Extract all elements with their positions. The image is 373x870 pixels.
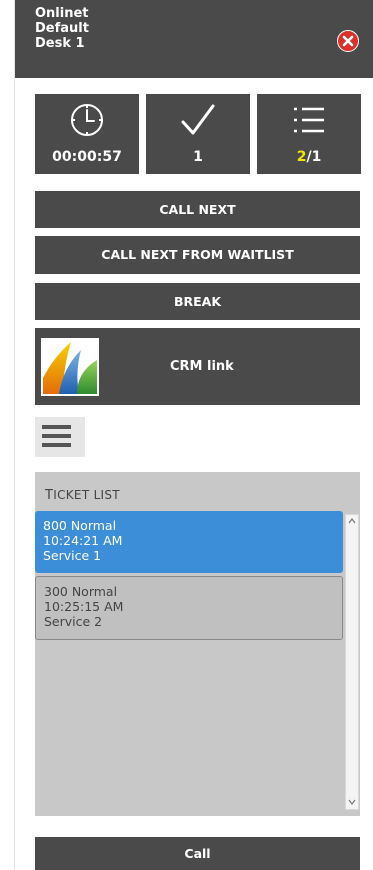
timer-value: 00:00:57: [52, 149, 122, 165]
crm-link-label: CRM link: [170, 359, 234, 374]
desk-panel: Onlinet Default Desk 1 00:00:57 1 2/1 CA…: [14, 0, 373, 870]
hamburger-menu-button[interactable]: [35, 417, 85, 457]
ticket-list: TICKET LIST 800 Normal 10:24:21 AM Servi…: [35, 472, 360, 816]
branch-name: Onlinet: [35, 6, 89, 21]
queue-tile: 2/1: [257, 94, 361, 174]
call-next-button[interactable]: CALL NEXT: [35, 191, 360, 228]
hamburger-line: [42, 443, 71, 447]
scroll-down-icon[interactable]: [348, 799, 356, 805]
ticket-item[interactable]: 300 Normal 10:25:15 AM Service 2: [35, 576, 343, 640]
clock-icon: [71, 104, 103, 136]
call-next-waitlist-button[interactable]: CALL NEXT FROM WAITLIST: [35, 236, 360, 274]
close-button[interactable]: [337, 30, 359, 52]
ticket-time: 10:25:15 AM: [44, 599, 124, 614]
crm-link-button[interactable]: CRM link: [35, 328, 360, 405]
dynamics-crm-icon: [43, 342, 97, 394]
checkmark-icon: [181, 104, 215, 135]
call-button[interactable]: Call: [35, 837, 360, 870]
crm-logo-icon: [41, 338, 99, 396]
hamburger-line: [42, 434, 71, 438]
hamburger-icon: [42, 425, 71, 429]
desk-name: Desk 1: [35, 36, 85, 51]
close-icon: [342, 35, 354, 47]
queue-count: 2/1: [257, 149, 361, 165]
served-count: 1: [193, 149, 203, 165]
ticket-time: 10:24:21 AM: [43, 533, 123, 548]
break-button[interactable]: BREAK: [35, 283, 360, 320]
ticket-list-title: TICKET LIST: [45, 488, 120, 503]
profile-name: Default: [35, 21, 89, 36]
queue-total: 1: [311, 149, 322, 165]
ticket-item-selected[interactable]: 800 Normal 10:24:21 AM Service 1: [35, 511, 343, 573]
queue-waiting: 2: [296, 149, 307, 165]
ticket-service: Service 1: [43, 548, 102, 563]
ticket-list-title-rest: ICKET LIST: [53, 488, 120, 502]
scroll-up-icon[interactable]: [348, 518, 356, 524]
timer-tile: 00:00:57: [35, 94, 139, 174]
list-icon: [294, 107, 324, 133]
ticket-list-title-initial: T: [45, 488, 54, 503]
ticket-number: 300 Normal: [44, 584, 118, 599]
served-tile: 1: [146, 94, 250, 174]
ticket-service: Service 2: [44, 614, 103, 629]
header: Onlinet Default Desk 1: [15, 0, 373, 78]
ticket-number: 800 Normal: [43, 518, 117, 533]
ticket-list-scrollbar[interactable]: [345, 514, 359, 810]
